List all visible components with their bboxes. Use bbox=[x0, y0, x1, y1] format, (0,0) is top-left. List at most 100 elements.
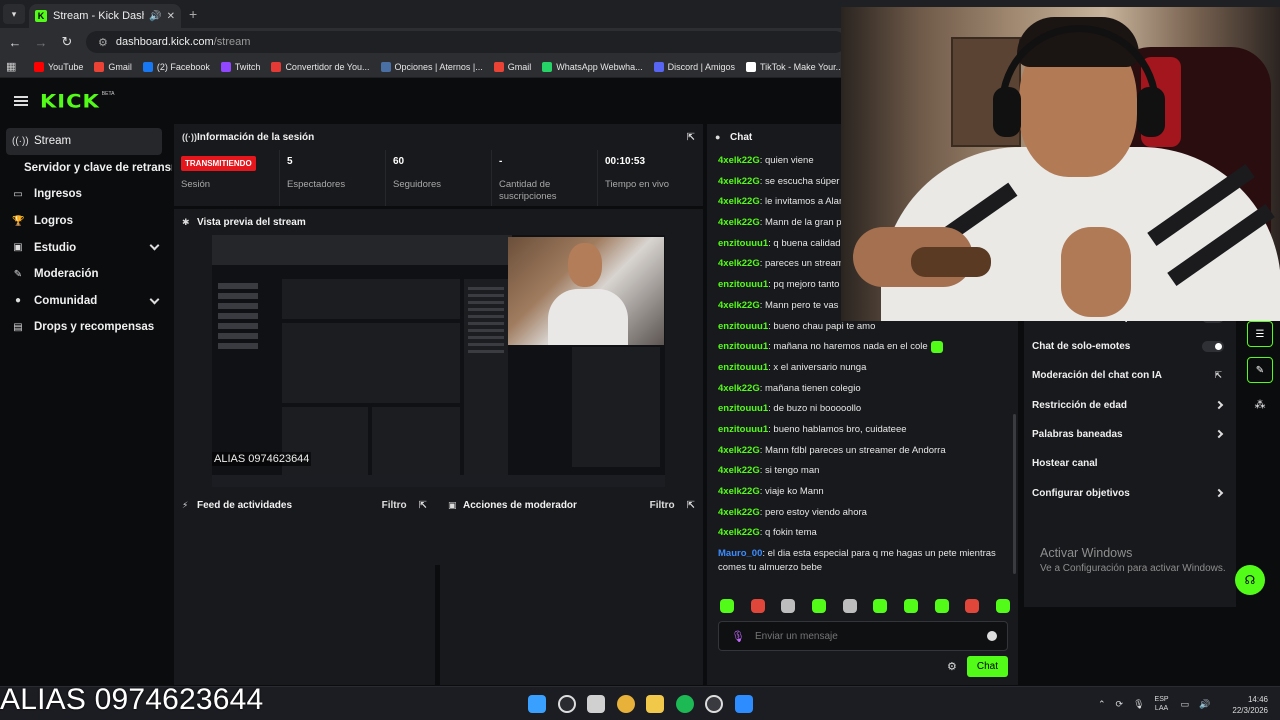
bookmark-item[interactable]: Convertidor de You... bbox=[271, 61, 370, 72]
task-view-icon[interactable] bbox=[587, 695, 605, 713]
address-bar[interactable]: ⚙ dashboard.kick.com/stream bbox=[86, 31, 846, 53]
chat-username[interactable]: enzitouuu1 bbox=[718, 321, 768, 332]
chat-username[interactable]: enzitouuu1 bbox=[718, 362, 768, 373]
chevron-down-icon[interactable] bbox=[149, 240, 160, 251]
sidebar-item-stream[interactable]: ((·)) Stream bbox=[6, 128, 162, 155]
back-arrow-icon[interactable]: ← bbox=[4, 35, 26, 50]
chat-input-box[interactable]: 🎙 bbox=[718, 621, 1008, 651]
emote-icon[interactable] bbox=[750, 599, 765, 613]
wifi-icon[interactable]: ▭ bbox=[1181, 699, 1190, 710]
chat-username[interactable]: 4xelk22G bbox=[718, 445, 760, 456]
sidebar-item-estudio[interactable]: ▣ Estudio bbox=[0, 234, 170, 261]
tray-chevron-icon[interactable]: ⌃ bbox=[1098, 699, 1106, 710]
emote-icon[interactable] bbox=[811, 599, 826, 613]
chat-username[interactable]: enzitouuu1 bbox=[718, 424, 768, 435]
network-icon[interactable]: ⟳ bbox=[1116, 699, 1124, 710]
menu-icon[interactable] bbox=[14, 96, 28, 106]
chat-setting-item[interactable]: Moderación del chat con IA ⇱ bbox=[1024, 361, 1236, 390]
sidebar-item-servidor[interactable]: Servidor y clave de retransmisión bbox=[0, 155, 172, 182]
chat-username[interactable]: Mauro_00 bbox=[718, 548, 762, 559]
emote-icon[interactable] bbox=[873, 599, 888, 613]
language-indicator[interactable]: ESP LAA bbox=[1155, 695, 1169, 713]
chat-username[interactable]: 4xelk22G bbox=[718, 155, 760, 166]
bookmark-item[interactable]: Gmail bbox=[493, 61, 531, 72]
chat-settings-gear-icon[interactable]: ⚙ bbox=[947, 660, 957, 673]
chat-scrollbar[interactable] bbox=[1013, 414, 1016, 574]
bookmark-item[interactable]: (2) Facebook bbox=[142, 61, 210, 72]
chat-username[interactable]: 4xelk22G bbox=[718, 527, 760, 538]
sidebar-item-ingresos[interactable]: ▭ Ingresos bbox=[0, 181, 170, 208]
bookmark-item[interactable]: TikTok - Make Your... bbox=[745, 61, 843, 72]
chat-username[interactable]: 4xelk22G bbox=[718, 258, 760, 269]
stack-tool-icon[interactable]: ☰ bbox=[1247, 321, 1273, 347]
stream-preview-video[interactable] bbox=[212, 235, 665, 487]
expand-icon[interactable]: ⇱ bbox=[687, 132, 695, 143]
chat-username[interactable]: 4xelk22G bbox=[718, 486, 760, 497]
emote-icon[interactable] bbox=[995, 599, 1010, 613]
emote-icon[interactable] bbox=[934, 599, 949, 613]
chrome-icon[interactable] bbox=[616, 695, 635, 713]
volume-icon[interactable]: 🔊 bbox=[1199, 699, 1210, 710]
chat-username[interactable]: 4xelk22G bbox=[718, 176, 760, 187]
speaker-icon[interactable]: 🔊 bbox=[149, 11, 161, 22]
help-support-icon[interactable]: ☊ bbox=[1235, 565, 1265, 595]
forward-arrow-icon[interactable]: → bbox=[30, 35, 52, 50]
bookmark-item[interactable]: Opciones | Aternos |... bbox=[380, 61, 483, 72]
expand-icon[interactable]: ⇱ bbox=[419, 500, 427, 511]
sidebar-item-moderación[interactable]: ✎ Moderación bbox=[0, 261, 170, 288]
browser-tab-kick[interactable]: K Stream - Kick Dashboard 🔊 ✕ bbox=[29, 4, 181, 28]
apps-grid-icon[interactable]: ▦ bbox=[6, 60, 20, 73]
chat-username[interactable]: 4xelk22G bbox=[718, 217, 760, 228]
bookmark-item[interactable]: Gmail bbox=[94, 61, 132, 72]
chat-username[interactable]: 4xelk22G bbox=[718, 383, 760, 394]
sidebar-item-comunidad[interactable]: ● Comunidad bbox=[0, 288, 170, 315]
sidebar-item-drops[interactable]: ▤ Drops y recompensas bbox=[0, 314, 170, 341]
spotify-icon[interactable] bbox=[675, 695, 694, 713]
chat-username[interactable]: 4xelk22G bbox=[718, 300, 760, 311]
chat-setting-item[interactable]: Hostear canal bbox=[1024, 449, 1236, 478]
facebook-icon[interactable] bbox=[734, 695, 753, 713]
chat-setting-item[interactable]: Restricción de edad bbox=[1024, 390, 1236, 419]
chat-username[interactable]: 4xelk22G bbox=[718, 465, 760, 476]
kick-logo[interactable]: KICK bbox=[40, 90, 100, 112]
mic-tray-icon[interactable]: 🎙 bbox=[1133, 699, 1144, 710]
emote-icon[interactable] bbox=[781, 599, 796, 613]
chat-username[interactable]: 4xelk22G bbox=[718, 507, 760, 518]
obs-icon[interactable] bbox=[705, 695, 723, 713]
new-tab-button[interactable]: + bbox=[189, 6, 197, 22]
microphone-icon[interactable]: 🎙 bbox=[731, 630, 745, 643]
wrench-tool-icon[interactable]: ✎ bbox=[1247, 357, 1273, 383]
chat-setting-item[interactable]: Chat de solo-emotes bbox=[1024, 332, 1236, 361]
chat-username[interactable]: enzitouuu1 bbox=[718, 403, 768, 414]
bookmark-item[interactable]: WhatsApp Webwha... bbox=[542, 61, 643, 72]
bookmark-item[interactable]: Discord | Amigos bbox=[653, 61, 735, 72]
emote-icon[interactable] bbox=[965, 599, 980, 613]
chat-username[interactable]: 4xelk22G bbox=[718, 196, 760, 207]
toggle-switch[interactable] bbox=[1202, 341, 1224, 353]
bookmark-item[interactable]: Twitch bbox=[220, 61, 260, 72]
close-tab-icon[interactable]: ✕ bbox=[167, 11, 175, 22]
expand-icon[interactable]: ⇱ bbox=[687, 500, 695, 511]
tab-search-button[interactable]: ▾ bbox=[3, 4, 25, 24]
emoji-icon[interactable] bbox=[987, 631, 997, 641]
modactions-filter-button[interactable]: Filtro bbox=[650, 500, 675, 511]
search-icon[interactable] bbox=[557, 695, 576, 713]
chat-username[interactable]: enzitouuu1 bbox=[718, 238, 768, 249]
bookmark-item[interactable]: YouTube bbox=[34, 61, 83, 72]
site-info-icon[interactable]: ⚙ bbox=[98, 36, 108, 49]
windows-start-icon[interactable] bbox=[528, 695, 546, 713]
sidebar-item-logros[interactable]: 🏆 Logros bbox=[0, 208, 170, 235]
file-explorer-icon[interactable] bbox=[646, 695, 664, 713]
chat-message-input[interactable] bbox=[754, 630, 987, 642]
emote-icon[interactable] bbox=[720, 599, 734, 613]
system-clock[interactable]: 14:46 22/3/2026 bbox=[1226, 694, 1268, 716]
chevron-down-icon[interactable] bbox=[149, 294, 160, 305]
chat-setting-item[interactable]: Palabras baneadas bbox=[1024, 420, 1236, 449]
feed-filter-button[interactable]: Filtro bbox=[382, 500, 407, 511]
integrations-icon[interactable]: ⁂ bbox=[1247, 393, 1273, 415]
emote-icon[interactable] bbox=[842, 599, 857, 613]
chat-send-button[interactable]: Chat bbox=[966, 656, 1008, 677]
chat-username[interactable]: enzitouuu1 bbox=[718, 279, 768, 290]
reload-icon[interactable]: ↻ bbox=[56, 34, 78, 50]
emote-icon[interactable] bbox=[903, 599, 918, 613]
